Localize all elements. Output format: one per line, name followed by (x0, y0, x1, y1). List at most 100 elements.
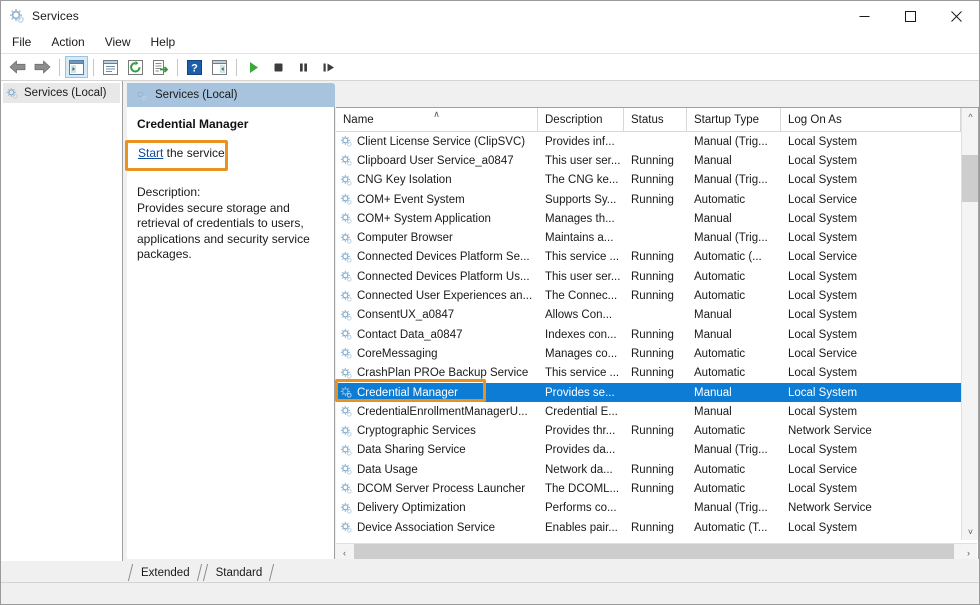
column-header-status[interactable]: Status (624, 108, 687, 132)
table-row[interactable]: Credential ManagerProvides se...ManualLo… (336, 383, 961, 402)
cell-description: This service ... (538, 367, 624, 379)
minimize-button[interactable] (841, 1, 887, 31)
cell-startup-type: Manual (Trig... (687, 444, 781, 456)
table-row[interactable]: Delivery OptimizationPerforms co...Manua… (336, 499, 961, 518)
menu-view[interactable]: View (96, 32, 140, 52)
tab-extended[interactable]: Extended (127, 563, 202, 582)
export-list-icon[interactable] (149, 56, 172, 78)
cell-description: Manages th... (538, 213, 624, 225)
close-button[interactable] (933, 1, 979, 31)
column-header-name[interactable]: Name ∧ (336, 108, 538, 132)
table-row[interactable]: Computer BrowserMaintains a...Manual (Tr… (336, 228, 961, 247)
cell-name: Computer Browser (336, 232, 538, 245)
cell-name-label: DCOM Server Process Launcher (357, 483, 525, 495)
help-icon[interactable]: ? (183, 56, 206, 78)
cell-name: Connected User Experiences an... (336, 290, 538, 303)
cell-name: COM+ System Application (336, 212, 538, 225)
selected-service-name: Credential Manager (137, 117, 324, 131)
column-header-startup-type-label: Startup Type (694, 114, 759, 126)
menu-file[interactable]: File (3, 32, 40, 52)
table-row[interactable]: Connected User Experiences an...The Conn… (336, 286, 961, 305)
service-gear-icon (340, 521, 353, 534)
table-row[interactable]: DCOM Server Process Launcher The DCOML...… (336, 479, 961, 498)
cell-description: The CNG ke... (538, 174, 624, 186)
column-header-log-on-as[interactable]: Log On As (781, 108, 961, 132)
forward-icon[interactable] (31, 56, 54, 78)
start-service-icon[interactable] (242, 56, 265, 78)
show-hide-console-tree-icon[interactable] (65, 56, 88, 78)
cell-startup-type: Manual (687, 155, 781, 167)
pause-service-icon[interactable] (292, 56, 315, 78)
cell-description: Network da... (538, 464, 624, 476)
cell-startup-type: Manual (687, 387, 781, 399)
scroll-up-icon[interactable]: ^ (962, 108, 979, 125)
cell-name-label: Cryptographic Services (357, 425, 476, 437)
service-gear-icon (340, 270, 353, 283)
cell-status: Running (624, 174, 687, 186)
table-row[interactable]: Connected Devices Platform Se...This ser… (336, 248, 961, 267)
cell-log-on-as: Local System (781, 483, 961, 495)
cell-startup-type: Manual (Trig... (687, 232, 781, 244)
cell-status: Running (624, 483, 687, 495)
cell-name: COM+ Event System (336, 193, 538, 206)
svg-text:?: ? (191, 62, 198, 74)
scroll-down-icon[interactable]: ˅ (962, 523, 979, 540)
maximize-button[interactable] (887, 1, 933, 31)
service-gear-icon (340, 290, 353, 303)
show-hide-action-pane-icon[interactable] (208, 56, 231, 78)
table-row[interactable]: COM+ Event SystemSupports Sy...RunningAu… (336, 190, 961, 209)
cell-name-label: Client License Service (ClipSVC) (357, 136, 525, 148)
cell-description: Indexes con... (538, 329, 624, 341)
service-description-block: Description: Provides secure storage and… (137, 185, 324, 263)
tree-node-services-local[interactable]: Services (Local) (3, 83, 120, 103)
cell-log-on-as: Local System (781, 174, 961, 186)
table-row[interactable]: Data UsageNetwork da...RunningAutomaticL… (336, 460, 961, 479)
table-row[interactable]: COM+ System ApplicationManages th...Manu… (336, 209, 961, 228)
column-header-status-label: Status (631, 114, 664, 126)
cell-status: Running (624, 425, 687, 437)
horizontal-scrollbar[interactable]: ‹ › (336, 543, 977, 560)
service-gear-icon (340, 232, 353, 245)
cell-description: Provides thr... (538, 425, 624, 437)
column-header-startup-type[interactable]: Startup Type (687, 108, 781, 132)
table-row[interactable]: Cryptographic Services Provides thr...Run… (336, 421, 961, 440)
table-row[interactable]: CrashPlan PROe Backup ServiceThis servic… (336, 364, 961, 383)
cell-startup-type: Automatic (687, 348, 781, 360)
table-row[interactable]: Clipboard User Service_a0847This user se… (336, 151, 961, 170)
column-header-description[interactable]: Description (538, 108, 624, 132)
table-row[interactable]: Connected Devices Platform Us...This use… (336, 267, 961, 286)
cell-log-on-as: Local System (781, 213, 961, 225)
menu-help[interactable]: Help (142, 32, 185, 52)
restart-service-icon[interactable] (317, 56, 340, 78)
cell-status: Running (624, 348, 687, 360)
table-row[interactable]: Contact Data_a0847Indexes con...RunningM… (336, 325, 961, 344)
menu-action[interactable]: Action (42, 32, 93, 52)
refresh-icon[interactable] (124, 56, 147, 78)
cell-startup-type: Automatic (687, 271, 781, 283)
cell-description: Provides se... (538, 387, 624, 399)
table-row[interactable]: CoreMessagingManages co...RunningAutomat… (336, 344, 961, 363)
title-bar: Services (1, 1, 979, 31)
table-row[interactable]: ConsentUX_a0847Allows Con...ManualLocal … (336, 306, 961, 325)
back-icon[interactable] (6, 56, 29, 78)
table-row[interactable]: Client License Service (ClipSVC)Provides… (336, 132, 961, 151)
stop-service-icon[interactable] (267, 56, 290, 78)
properties-icon[interactable] (99, 56, 122, 78)
table-row[interactable]: CNG Key IsolationThe CNG ke...RunningMan… (336, 171, 961, 190)
vertical-scrollbar[interactable]: ^ ˅ (961, 108, 978, 540)
table-row[interactable]: CredentialEnrollmentManagerU...Credentia… (336, 402, 961, 421)
table-row[interactable]: Device Association ServiceEnables pair..… (336, 518, 961, 537)
table-row[interactable]: Device Install ServiceEnables a c...Manu… (336, 537, 961, 540)
banner-tab-services-local[interactable]: Services (Local) (127, 83, 335, 107)
vertical-scrollbar-thumb[interactable] (962, 155, 979, 202)
start-service-link[interactable]: Start (138, 146, 163, 160)
start-service-action[interactable]: Start the service (133, 144, 230, 162)
cell-description: Enables pair... (538, 522, 624, 534)
tab-standard[interactable]: Standard (202, 563, 275, 582)
cell-startup-type: Automatic (687, 194, 781, 206)
cell-name-label: Connected Devices Platform Us... (357, 271, 530, 283)
cell-log-on-as: Local System (781, 271, 961, 283)
table-row[interactable]: Data Sharing ServiceProvides da...Manual… (336, 441, 961, 460)
cell-description: The DCOML... (538, 483, 624, 495)
cell-status: Running (624, 367, 687, 379)
